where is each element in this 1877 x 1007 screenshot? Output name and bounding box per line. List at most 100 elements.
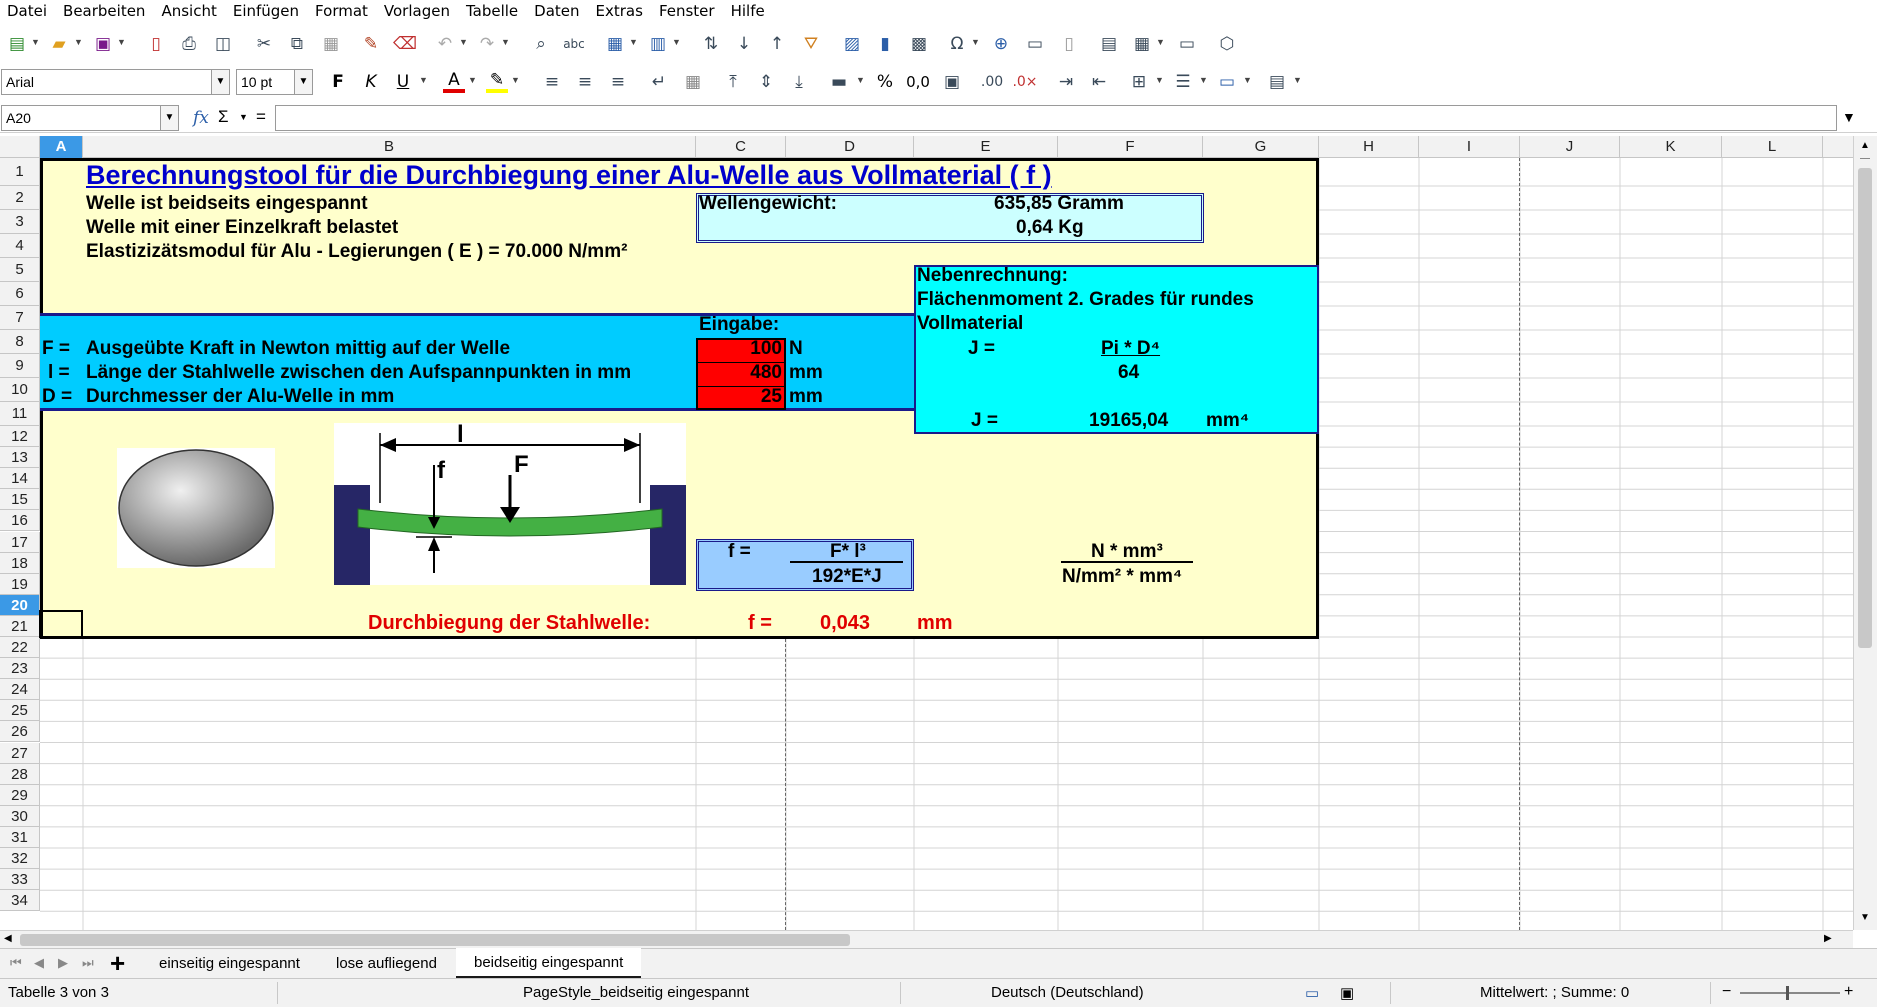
insert-chart-icon[interactable]: ▮ (874, 33, 896, 55)
row-header[interactable]: 22 (0, 637, 40, 659)
underline-button[interactable]: U (392, 71, 414, 93)
column-header-h[interactable]: H (1319, 136, 1419, 158)
next-sheet-icon[interactable]: ▶ (58, 955, 68, 971)
scroll-left-icon[interactable]: ◀ (4, 933, 12, 944)
sort-descending-icon[interactable]: ↑ (766, 33, 788, 55)
pivot-table-icon[interactable]: ▩ (908, 33, 930, 55)
first-sheet-icon[interactable]: ⏮ (10, 955, 22, 971)
zoom-slider[interactable] (1740, 992, 1840, 994)
font-color-icon[interactable]: A (443, 70, 465, 93)
column-icon[interactable]: ▥ (647, 33, 669, 55)
row-header[interactable]: 11 (0, 402, 40, 426)
draw-functions-icon[interactable]: ⬡ (1216, 33, 1238, 55)
italic-button[interactable]: K (360, 71, 382, 93)
menu-datei[interactable]: Datei (0, 0, 56, 22)
column-header-e[interactable]: E (914, 136, 1058, 158)
column-header-b[interactable]: B (83, 136, 696, 158)
row-header[interactable]: 2 (0, 186, 40, 210)
highlight-color-icon[interactable]: ✎ (486, 70, 508, 93)
scroll-down-icon[interactable]: ▼ (1860, 912, 1870, 923)
cut-icon[interactable]: ✂ (253, 33, 275, 55)
header-footer-icon[interactable]: ▯ (1058, 33, 1080, 55)
selection-mode-icon[interactable]: ▭ (1305, 984, 1319, 1002)
chevron-down-icon[interactable]: ▼ (294, 70, 312, 94)
row-header[interactable]: 29 (0, 784, 40, 806)
chevron-down-icon[interactable]: ▼ (160, 106, 178, 130)
scroll-thumb[interactable] (1858, 168, 1872, 648)
row-header[interactable]: 21 (0, 615, 40, 637)
font-size-box[interactable]: 10 pt ▼ (236, 69, 313, 95)
row-header[interactable]: 33 (0, 869, 40, 891)
scroll-up-icon[interactable]: ▲ (1860, 140, 1870, 151)
zoom-slider-handle[interactable] (1786, 986, 1789, 1000)
merge-cells-icon[interactable]: ▦ (682, 71, 704, 93)
clear-formatting-icon[interactable]: ⌫ (393, 33, 417, 55)
copy-icon[interactable]: ⧉ (286, 33, 308, 55)
vertical-scrollbar[interactable]: ▲ ▼ (1853, 136, 1877, 930)
row-header[interactable]: 3 (0, 210, 40, 234)
chevron-down-icon[interactable]: ▼ (239, 112, 248, 122)
autofilter-icon[interactable]: ⛛ (800, 33, 822, 55)
border-style-icon[interactable]: ☰ (1172, 71, 1194, 93)
bold-button[interactable]: F (327, 71, 349, 93)
delete-decimal-icon[interactable]: .0× (1012, 71, 1037, 93)
last-sheet-icon[interactable]: ⏭ (82, 955, 94, 971)
split-window-icon[interactable]: ▭ (1176, 33, 1198, 55)
menu-extras[interactable]: Extras (589, 0, 652, 22)
row-header[interactable]: 20 (0, 594, 40, 616)
new-document-icon[interactable]: ▤ (6, 33, 28, 55)
align-middle-icon[interactable]: ⇕ (755, 71, 777, 93)
special-character-icon[interactable]: Ω (946, 33, 968, 55)
formula-input[interactable] (275, 105, 1837, 131)
menu-einfuegen[interactable]: Einfügen (226, 0, 308, 22)
menu-tabelle[interactable]: Tabelle (459, 0, 527, 22)
print-icon[interactable]: ⎙ (178, 33, 200, 55)
diameter-input[interactable]: 25 (698, 385, 782, 409)
row-header[interactable]: 14 (0, 468, 40, 490)
conditional-format-icon[interactable]: ▤ (1266, 71, 1288, 93)
align-left-icon[interactable]: ≡ (541, 71, 563, 93)
column-header-f[interactable]: F (1058, 136, 1203, 158)
page-style[interactable]: PageStyle_beidseitig eingespannt (523, 984, 749, 1001)
sheet-tab-beidseitig-active[interactable]: beidseitig eingespannt (456, 948, 642, 978)
insert-image-icon[interactable]: ▨ (841, 33, 863, 55)
row-header[interactable]: 32 (0, 848, 40, 870)
row-header[interactable]: 31 (0, 826, 40, 848)
row-header[interactable]: 28 (0, 763, 40, 785)
undo-icon[interactable]: ↶ (434, 33, 456, 55)
row-header[interactable]: 18 (0, 552, 40, 574)
row-header[interactable]: 17 (0, 531, 40, 553)
row-header[interactable]: 9 (0, 354, 40, 378)
column-header-k[interactable]: K (1620, 136, 1722, 158)
zoom-in-button[interactable]: + (1844, 983, 1853, 1001)
document-modified-icon[interactable]: ▣ (1340, 984, 1354, 1002)
sheet-tab-lose[interactable]: lose aufliegend (322, 949, 451, 978)
freeze-rows-icon[interactable]: ▦ (1131, 33, 1153, 55)
row-header[interactable]: 8 (0, 330, 40, 354)
align-top-icon[interactable]: ⤒ (722, 71, 744, 93)
menu-hilfe[interactable]: Hilfe (724, 0, 774, 22)
hyperlink-icon[interactable]: ⊕ (990, 33, 1012, 55)
row-header[interactable]: 24 (0, 679, 40, 701)
row-header[interactable]: 25 (0, 700, 40, 722)
save-icon[interactable]: ▣ (92, 33, 114, 55)
menu-format[interactable]: Format (308, 0, 377, 22)
align-right-icon[interactable]: ≡ (607, 71, 629, 93)
increase-indent-icon[interactable]: ⇥ (1055, 71, 1077, 93)
language[interactable]: Deutsch (Deutschland) (991, 984, 1144, 1001)
selected-cell-a20[interactable] (39, 610, 83, 638)
paste-icon[interactable]: ▦ (320, 33, 342, 55)
comment-icon[interactable]: ▭ (1024, 33, 1046, 55)
font-name-box[interactable]: Arial ▼ (1, 69, 230, 95)
scroll-thumb[interactable] (20, 934, 850, 946)
define-print-area-icon[interactable]: ▤ (1098, 33, 1120, 55)
zoom-out-button[interactable]: − (1722, 983, 1731, 1001)
number-format-button[interactable]: 0,0 (906, 71, 930, 93)
menu-daten[interactable]: Daten (527, 0, 588, 22)
row-header[interactable]: 34 (0, 890, 40, 912)
spellcheck-icon[interactable]: abc (563, 33, 585, 55)
row-header[interactable]: 5 (0, 258, 40, 282)
menu-fenster[interactable]: Fenster (652, 0, 724, 22)
clone-formatting-icon[interactable]: ✎ (360, 33, 382, 55)
row-header[interactable]: 12 (0, 426, 40, 448)
